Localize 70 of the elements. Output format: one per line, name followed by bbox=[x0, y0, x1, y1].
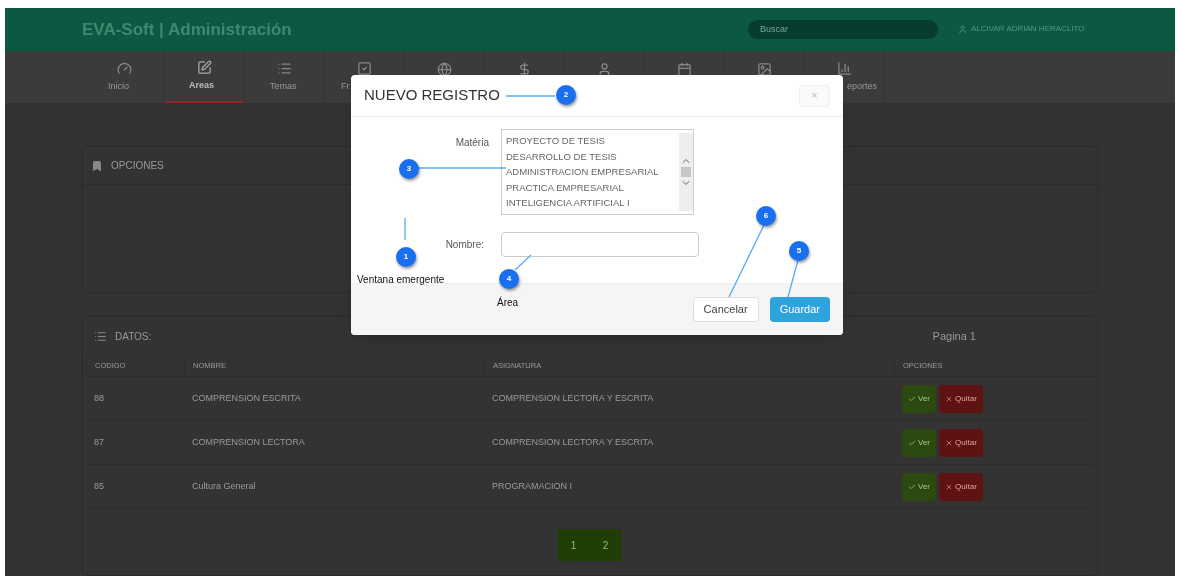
remove-button[interactable]: Quitar bbox=[939, 472, 983, 501]
table-cell: PROGRAMACION I bbox=[484, 465, 894, 509]
list-icon bbox=[277, 60, 292, 76]
table-cell: Cultura General bbox=[184, 465, 484, 509]
panel-title: DATOS: bbox=[115, 329, 152, 344]
nav-label: Fr bbox=[341, 79, 350, 93]
view-button[interactable]: Ver bbox=[902, 384, 936, 413]
check-icon bbox=[908, 438, 916, 447]
pen-icon bbox=[197, 59, 212, 75]
callout-label: Área bbox=[497, 295, 519, 310]
list-icon bbox=[94, 329, 107, 343]
field-label: Nombre: bbox=[444, 238, 485, 252]
view-button[interactable]: Ver bbox=[902, 472, 936, 501]
callout-marker: 2 bbox=[556, 85, 576, 105]
check-icon bbox=[908, 394, 916, 403]
table-cell: COMPRENSION LECTORA bbox=[184, 421, 484, 465]
search-field[interactable]: Buscar bbox=[748, 19, 938, 39]
page-indicator: Pagina 1 bbox=[932, 328, 976, 344]
list-option[interactable]: INTELIGENCIA ARTIFICIAL I bbox=[506, 195, 679, 211]
nav-label: Areas bbox=[189, 78, 215, 92]
list-option[interactable]: DESARROLLO DE TESIS bbox=[506, 148, 679, 164]
x-icon bbox=[945, 394, 953, 403]
leader-line bbox=[404, 217, 406, 241]
name-input[interactable] bbox=[501, 232, 699, 257]
table-cell: COMPRENSION ESCRITA bbox=[184, 377, 484, 421]
page-button[interactable]: 2 bbox=[590, 529, 622, 561]
leader-line bbox=[514, 254, 532, 271]
callout-marker: 3 bbox=[399, 159, 419, 179]
nav-label: eportes bbox=[847, 79, 878, 93]
user-icon bbox=[958, 24, 967, 34]
page-button[interactable]: 1 bbox=[558, 529, 590, 561]
image-icon bbox=[757, 61, 772, 77]
list-option[interactable]: PRACTICA EMPRESARIAL bbox=[506, 179, 679, 195]
nav-tab[interactable]: Areas bbox=[165, 50, 245, 103]
calendar-icon bbox=[677, 61, 692, 77]
field-label: Matéria bbox=[454, 136, 490, 150]
list-option[interactable]: ADMINISTRACION EMPRESARIAL bbox=[506, 164, 679, 180]
callout-marker: 5 bbox=[789, 241, 809, 261]
x-icon bbox=[945, 438, 953, 447]
remove-button[interactable]: Quitar bbox=[939, 428, 983, 457]
table-cell: 85 bbox=[86, 465, 184, 509]
checkbox-icon bbox=[357, 60, 372, 76]
globe-icon bbox=[437, 61, 452, 77]
callout-marker: 6 bbox=[756, 206, 776, 226]
check-icon bbox=[908, 482, 916, 491]
leader-line bbox=[787, 259, 799, 298]
nav-label: Temas bbox=[270, 79, 297, 93]
nav-tab[interactable]: Temas bbox=[245, 50, 325, 103]
table-cell: COMPRENSION LECTORA Y ESCRITA bbox=[484, 421, 894, 465]
user-icon bbox=[597, 61, 612, 77]
chart-icon bbox=[837, 60, 852, 76]
table-cell: 88 bbox=[86, 377, 184, 421]
subject-listbox[interactable]: PROYECTO DE TESIS DESARROLLO DE TESIS ADMINISTRACION EMPRESARIAL PRACTICA EMPRESARIAL INTELIGENCIA ARTIFICIAL I bbox=[501, 129, 694, 215]
table-cell: 87 bbox=[86, 421, 184, 465]
gauge-icon bbox=[117, 60, 132, 76]
list-option[interactable]: PROYECTO DE TESIS bbox=[506, 133, 679, 149]
panel-title: OPCIONES bbox=[111, 159, 164, 173]
modal-title: NUEVO REGISTRO bbox=[364, 85, 500, 106]
callout-marker: 4 bbox=[499, 269, 519, 289]
callout-label: Ventana emergente bbox=[357, 273, 445, 287]
view-button[interactable]: Ver bbox=[902, 428, 936, 457]
leader-line bbox=[505, 95, 556, 97]
remove-button[interactable]: Quitar bbox=[939, 384, 983, 413]
x-icon bbox=[945, 482, 953, 491]
table-cell: COMPRENSION LECTORA Y ESCRITA bbox=[484, 377, 894, 421]
cancel-button[interactable]: Cancelar bbox=[692, 297, 759, 322]
callout-marker: 1 bbox=[396, 247, 416, 267]
nav-tab[interactable]: Inicio bbox=[85, 50, 165, 103]
bookmark-icon bbox=[91, 159, 103, 172]
nav-label: Inicio bbox=[108, 79, 129, 93]
